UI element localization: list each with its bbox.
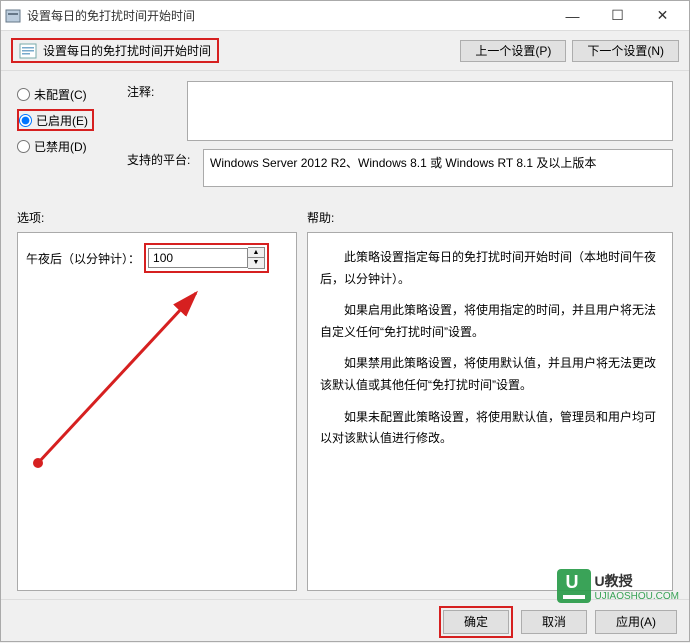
radio-not-configured-label: 未配置(C)	[34, 86, 87, 103]
radio-enabled[interactable]: 已启用(E)	[19, 112, 88, 129]
window-controls: — ☐ ✕	[550, 2, 685, 30]
footer: 确定 取消 应用(A)	[1, 599, 689, 643]
watermark-text: U教授 UJIAOSHOU.COM	[595, 571, 679, 602]
title-bar: 设置每日的免打扰时间开始时间 — ☐ ✕	[1, 1, 689, 31]
radio-enabled-label: 已启用(E)	[36, 112, 88, 129]
minutes-label: 午夜后（以分钟计）：	[26, 250, 140, 267]
supported-platform-value: Windows Server 2012 R2、Windows 8.1 或 Win…	[203, 149, 673, 187]
comment-field[interactable]	[187, 81, 673, 141]
ok-highlight: 确定	[439, 606, 513, 638]
header-row: 设置每日的免打扰时间开始时间 上一个设置(P) 下一个设置(N)	[1, 31, 689, 71]
annotation-arrow	[26, 283, 276, 483]
spin-down-button[interactable]: ▼	[248, 258, 264, 268]
help-paragraph: 此策略设置指定每日的免打扰时间开始时间（本地时间午夜后，以分钟计）。	[320, 247, 660, 290]
top-section: 未配置(C) 已启用(E) 已禁用(D) 注释	[17, 81, 673, 195]
watermark: U教授 UJIAOSHOU.COM	[557, 569, 679, 603]
setting-title: 设置每日的免打扰时间开始时间	[43, 42, 211, 59]
watermark-brand: U教授	[595, 571, 679, 591]
section-labels: 选项: 帮助:	[17, 209, 673, 226]
minimize-button[interactable]: —	[550, 2, 595, 30]
spinner-buttons: ▲ ▼	[248, 247, 265, 269]
radio-disabled[interactable]: 已禁用(D)	[17, 135, 127, 157]
meta-column: 注释: 支持的平台: Windows Server 2012 R2、Window…	[127, 81, 673, 195]
help-paragraph: 如果启用此策略设置，将使用指定的时间，并且用户将无法自定义任何“免打扰时间”设置…	[320, 300, 660, 343]
platform-row: 支持的平台: Windows Server 2012 R2、Windows 8.…	[127, 149, 673, 187]
policy-icon	[19, 43, 37, 59]
platform-label: 支持的平台:	[127, 149, 199, 168]
maximize-button[interactable]: ☐	[595, 2, 640, 30]
setting-title-highlight: 设置每日的免打扰时间开始时间	[11, 38, 219, 63]
minutes-option-row: 午夜后（以分钟计）： ▲ ▼	[26, 243, 288, 273]
help-label: 帮助:	[307, 209, 673, 226]
main-panels: 午夜后（以分钟计）： ▲ ▼ 此策略设置指定每日的免打扰	[17, 232, 673, 591]
app-icon	[5, 8, 21, 24]
previous-setting-button[interactable]: 上一个设置(P)	[460, 40, 566, 62]
close-button[interactable]: ✕	[640, 2, 685, 30]
comment-label: 注释:	[127, 81, 183, 100]
apply-button[interactable]: 应用(A)	[595, 610, 677, 634]
next-setting-button[interactable]: 下一个设置(N)	[572, 40, 679, 62]
spin-up-button[interactable]: ▲	[248, 248, 264, 258]
state-radios: 未配置(C) 已启用(E) 已禁用(D)	[17, 81, 127, 195]
radio-not-configured-input[interactable]	[17, 88, 30, 101]
options-label: 选项:	[17, 209, 307, 226]
help-panel[interactable]: 此策略设置指定每日的免打扰时间开始时间（本地时间午夜后，以分钟计）。 如果启用此…	[307, 232, 673, 591]
window-title: 设置每日的免打扰时间开始时间	[27, 7, 550, 24]
options-panel: 午夜后（以分钟计）： ▲ ▼	[17, 232, 297, 591]
radio-enabled-highlight: 已启用(E)	[17, 109, 94, 131]
cancel-button[interactable]: 取消	[521, 610, 587, 634]
radio-enabled-input[interactable]	[19, 114, 32, 127]
ok-button[interactable]: 确定	[443, 610, 509, 634]
watermark-url: UJIAOSHOU.COM	[595, 591, 679, 602]
comment-row: 注释:	[127, 81, 673, 141]
radio-disabled-label: 已禁用(D)	[34, 138, 87, 155]
settings-dialog: 设置每日的免打扰时间开始时间 — ☐ ✕ 设置每日的免打扰时间开始时间 上一个设…	[0, 0, 690, 642]
radio-not-configured[interactable]: 未配置(C)	[17, 83, 127, 105]
minutes-highlight: ▲ ▼	[144, 243, 269, 273]
help-paragraph: 如果未配置此策略设置，将使用默认值，管理员和用户均可以对该默认值进行修改。	[320, 407, 660, 450]
radio-disabled-input[interactable]	[17, 140, 30, 153]
minutes-input[interactable]	[148, 248, 248, 268]
dialog-body: 未配置(C) 已启用(E) 已禁用(D) 注释	[1, 71, 689, 599]
help-paragraph: 如果禁用此策略设置，将使用默认值，并且用户将无法更改该默认值或其他任何“免打扰时…	[320, 353, 660, 396]
watermark-badge-icon	[557, 569, 591, 603]
